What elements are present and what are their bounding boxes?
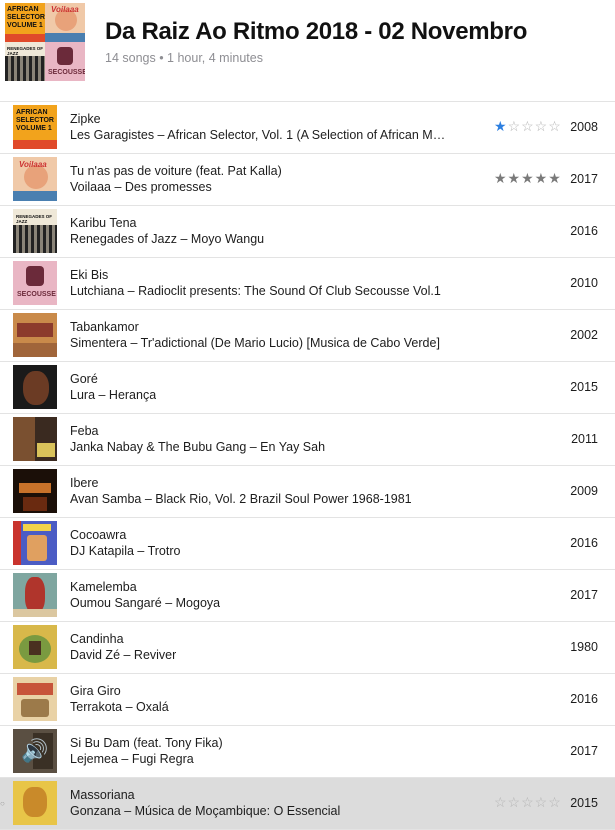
track-row[interactable]: Gira Giro Terrakota – Oxalá 2016 xyxy=(0,674,615,726)
rating-stars[interactable]: ★☆☆☆☆ xyxy=(494,118,562,135)
track-title: Candinha xyxy=(70,632,124,646)
reviver-cover xyxy=(13,625,57,669)
track-year: 2016 xyxy=(570,536,598,550)
track-year: 2008 xyxy=(570,120,598,134)
track-title: Tu n'as pas de voiture (feat. Pat Kalla) xyxy=(70,164,282,178)
track-row[interactable]: AFRICAN SELECTOR VOLUME 1 Zipke Les Gara… xyxy=(0,102,615,154)
trotro-cover xyxy=(13,521,57,565)
track-row[interactable]: Candinha David Zé – Reviver 1980 xyxy=(0,622,615,674)
track-title: Tabankamor xyxy=(70,320,139,334)
play-indicator-icon: ○ xyxy=(0,799,5,808)
track-row[interactable]: Ibere Avan Samba – Black Rio, Vol. 2 Bra… xyxy=(0,466,615,518)
track-row[interactable]: 🔊 Si Bu Dam (feat. Tony Fika) Lejemea – … xyxy=(0,726,615,778)
track-year: 1980 xyxy=(570,640,598,654)
voilaaa-cover: Voilaaa xyxy=(13,157,57,201)
track-artist-album: Lejemea – Fugi Regra xyxy=(70,752,194,766)
track-row[interactable]: Feba Janka Nabay & The Bubu Gang – En Ya… xyxy=(0,414,615,466)
track-row[interactable]: SECOUSSE Eki Bis Lutchiana – Radioclit p… xyxy=(0,258,615,310)
simentera-cover xyxy=(13,313,57,357)
track-row[interactable]: RENEGADES OF JAZZ Karibu Tena Renegades … xyxy=(0,206,615,258)
rating-stars[interactable]: ☆☆☆☆☆ xyxy=(494,794,562,811)
track-year: 2015 xyxy=(570,380,598,394)
voilaaa-cover-thumb: Voilaaa xyxy=(45,3,85,42)
track-title: Si Bu Dam (feat. Tony Fika) xyxy=(70,736,223,750)
track-row[interactable]: Kamelemba Oumou Sangaré – Mogoya 2017 xyxy=(0,570,615,622)
track-artist-album: DJ Katapila – Trotro xyxy=(70,544,181,558)
track-artist-album: Gonzana – Música de Moçambique: O Essenc… xyxy=(70,804,341,818)
track-list: AFRICAN SELECTOR VOLUME 1 Zipke Les Gara… xyxy=(0,102,615,830)
track-row[interactable]: Cocoawra DJ Katapila – Trotro 2016 xyxy=(0,518,615,570)
black-rio-cover xyxy=(13,469,57,513)
track-artist-album: Lutchiana – Radioclit presents: The Soun… xyxy=(70,284,441,298)
track-artist-album: Avan Samba – Black Rio, Vol. 2 Brazil So… xyxy=(70,492,412,506)
track-row[interactable]: Goré Lura – Herança 2015 xyxy=(0,362,615,414)
track-row[interactable]: Voilaaa Tu n'as pas de voiture (feat. Pa… xyxy=(0,154,615,206)
renegades-cover-thumb: RENEGADES OF JAZZ xyxy=(5,42,45,81)
secousse-cover: SECOUSSE xyxy=(13,261,57,305)
fugi-regra-cover: 🔊 xyxy=(13,729,57,773)
speaker-icon[interactable]: 🔊 xyxy=(13,729,57,773)
track-artist-album: David Zé – Reviver xyxy=(70,648,177,662)
rating-stars[interactable]: ★★★★★ xyxy=(494,170,562,187)
track-artist-album: Janka Nabay & The Bubu Gang – En Yay Sah xyxy=(70,440,326,454)
track-title: Cocoawra xyxy=(70,528,127,542)
track-year: 2011 xyxy=(571,432,598,446)
track-title: Goré xyxy=(70,372,98,386)
track-year: 2009 xyxy=(570,484,598,498)
playlist-header: AFRICAN SELECTOR VOLUME 1 Voilaaa RENEGA… xyxy=(0,0,615,100)
african-selector-cover: AFRICAN SELECTOR VOLUME 1 xyxy=(13,105,57,149)
track-title: Ibere xyxy=(70,476,99,490)
track-title: Massoriana xyxy=(70,788,135,802)
playlist-artwork[interactable]: AFRICAN SELECTOR VOLUME 1 Voilaaa RENEGA… xyxy=(5,3,85,81)
track-artist-album: Lura – Herança xyxy=(70,388,157,402)
track-year: 2016 xyxy=(570,692,598,706)
track-title: Kamelemba xyxy=(70,580,137,594)
african-selector-cover-thumb: AFRICAN SELECTOR VOLUME 1 xyxy=(5,3,45,42)
playlist-title: Da Raiz Ao Ritmo 2018 - 02 Novembro xyxy=(105,18,528,45)
track-artist-album: Renegades of Jazz – Moyo Wangu xyxy=(70,232,265,246)
track-artist-album: Voilaaa – Des promesses xyxy=(70,180,212,194)
track-artist-album: Terrakota – Oxalá xyxy=(70,700,169,714)
track-artist-album: Simentera – Tr'adictional (De Mario Luci… xyxy=(70,336,440,350)
track-year: 2016 xyxy=(570,224,598,238)
renegades-cover: RENEGADES OF JAZZ xyxy=(13,209,57,253)
track-year: 2017 xyxy=(570,744,598,758)
track-year: 2010 xyxy=(570,276,598,290)
track-title: Zipke xyxy=(70,112,101,126)
track-year: 2002 xyxy=(570,328,598,342)
track-year: 2017 xyxy=(570,172,598,186)
track-year: 2015 xyxy=(570,796,598,810)
secousse-cover-thumb: SECOUSSE xyxy=(45,42,85,81)
oxala-cover xyxy=(13,677,57,721)
track-year: 2017 xyxy=(570,588,598,602)
playlist-meta: 14 songs • 1 hour, 4 minutes xyxy=(105,51,263,65)
track-title: Eki Bis xyxy=(70,268,109,282)
track-row[interactable]: Tabankamor Simentera – Tr'adictional (De… xyxy=(0,310,615,362)
track-title: Karibu Tena xyxy=(70,216,137,230)
mogoya-cover xyxy=(13,573,57,617)
janka-cover xyxy=(13,417,57,461)
track-title: Feba xyxy=(70,424,99,438)
track-row-selected[interactable]: ○ Massoriana Gonzana – Música de Moçambi… xyxy=(0,778,615,830)
track-title: Gira Giro xyxy=(70,684,121,698)
mocambique-cover xyxy=(13,781,57,825)
track-artist-album: Oumou Sangaré – Mogoya xyxy=(70,596,221,610)
track-artist-album: Les Garagistes – African Selector, Vol. … xyxy=(70,128,446,142)
lura-cover xyxy=(13,365,57,409)
